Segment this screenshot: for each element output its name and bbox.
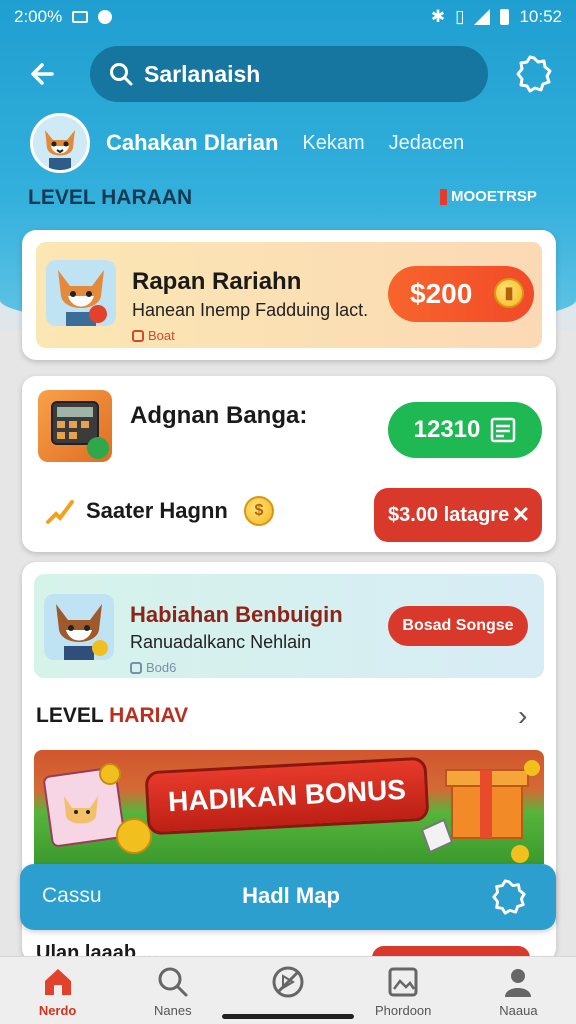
- nav-item-home[interactable]: Nerdo: [0, 957, 115, 1024]
- score-value: 12310: [413, 416, 481, 443]
- level-link-label: MOOETRSP: [451, 188, 537, 205]
- section-title-part1: LEVEL: [36, 704, 110, 727]
- status-bar: 2:00% ✱ ▯ 10:52: [0, 0, 576, 34]
- fox-character-icon: [58, 270, 107, 326]
- reward-card-2-title: Adgnan Banga:: [130, 402, 308, 429]
- reward-card-1-subtitle: Hanean Inemp Fadduing lact.: [132, 300, 369, 320]
- nav-item-photo[interactable]: Phordoon: [346, 957, 461, 1024]
- score-button[interactable]: 12310: [388, 402, 542, 458]
- level-link[interactable]: MOOETRSP: [440, 188, 537, 205]
- chevron-right-icon[interactable]: ›: [518, 700, 527, 732]
- settings-gear-icon[interactable]: [490, 878, 528, 916]
- flag-icon: [440, 188, 447, 205]
- home-icon: [44, 969, 71, 995]
- fox-thumbnail: [46, 260, 116, 326]
- fox-avatar-icon: [33, 116, 87, 170]
- badge-icon: [130, 661, 142, 674]
- card3-button-label: Bosad Songse: [402, 617, 514, 634]
- reward-card-3-inner: Habiahan Benbuigin Ranuadalkanc Nehlain …: [34, 574, 544, 678]
- floating-bar-left[interactable]: Cassu: [42, 884, 102, 908]
- calendar-icon: [132, 329, 144, 342]
- search-value: Sarlanaish: [144, 60, 261, 87]
- no-ads-icon: [272, 966, 304, 998]
- tab-1[interactable]: Kekam: [302, 132, 364, 155]
- profile-row: Cahakan Dlarian Kekam Jedacen: [30, 112, 560, 174]
- reward-card-3-subtitle: Ranuadalkanc Nehlain: [130, 632, 312, 652]
- coin-icon: $: [244, 496, 274, 526]
- profile-icon: [505, 969, 532, 997]
- close-icon[interactable]: ✕: [512, 502, 530, 528]
- fox-thumbnail-2: [44, 594, 114, 660]
- checklist-icon: [491, 417, 516, 443]
- search-icon: [158, 967, 188, 997]
- level-title: LEVEL HARAAN: [28, 186, 193, 209]
- reward-card-1-title: Rapan Rariahn: [132, 268, 302, 295]
- nav-label-search: Nanes: [154, 1003, 192, 1018]
- offer-label: Saater Hagnn: [86, 498, 228, 523]
- vibrate-icon: ▯: [455, 7, 465, 26]
- search-icon: [110, 63, 133, 86]
- status-time-right: 10:52: [519, 7, 562, 26]
- fox-character-icon: [56, 604, 108, 660]
- price-button[interactable]: $200 ▮: [388, 266, 534, 322]
- status-time-left: 2:00%: [14, 7, 63, 26]
- picture-icon: [388, 967, 418, 997]
- bluetooth-icon: ✱: [430, 7, 446, 26]
- home-indicator: [222, 1014, 354, 1019]
- nav-label-photo: Phordoon: [375, 1003, 432, 1018]
- avatar[interactable]: [30, 113, 90, 173]
- bonus-button-label: HADIKAN BONUS: [167, 773, 407, 818]
- reward-card-3-meta: Bod6: [130, 660, 176, 675]
- reward-card-2[interactable]: Adgnan Banga: 12310 Saater Hagnn $ $3.00…: [22, 376, 556, 552]
- offer-button-label: $3.00 latagre: [388, 503, 510, 526]
- price-label: $200: [410, 278, 473, 309]
- offer-button[interactable]: $3.00 latagre ✕: [374, 488, 542, 542]
- floating-bar: Cassu Hadl Map: [20, 864, 556, 930]
- floating-bar-title[interactable]: Hadl Map: [236, 883, 346, 909]
- reward-card-1-meta-text: Boat: [148, 328, 175, 343]
- reward-card-3-meta-text: Bod6: [146, 660, 177, 675]
- reward-card-1-inner: Rapan Rariahn Hanean Inemp Fadduing lact…: [36, 242, 542, 348]
- coin-jar-icon: ▮: [494, 278, 524, 308]
- nav-label-profile: Naaua: [499, 1003, 538, 1018]
- section-title-part2: HARIAV: [109, 704, 189, 727]
- arrow-sparkle-icon: [46, 500, 74, 524]
- calculator-thumbnail: [38, 390, 112, 462]
- profile-name[interactable]: Cahakan Dlarian: [106, 130, 278, 156]
- arrow-left-icon: [31, 63, 54, 85]
- signal-icon: [474, 9, 491, 25]
- battery-icon: [500, 9, 510, 25]
- nav-item-profile[interactable]: Naaua: [461, 957, 576, 1024]
- calculator-icon: [51, 401, 109, 459]
- nav-item-search[interactable]: Nanes: [115, 957, 230, 1024]
- tab-2[interactable]: Jedacen: [389, 132, 465, 155]
- section-title-level: LEVEL HARIAV: [36, 704, 188, 728]
- reward-card-1[interactable]: Rapan Rariahn Hanean Inemp Fadduing lact…: [22, 230, 556, 360]
- reward-card-1-meta: Boat: [132, 328, 175, 343]
- back-button[interactable]: [26, 56, 62, 92]
- nav-label-home: Nerdo: [38, 1003, 77, 1018]
- settings-gear-icon[interactable]: [514, 54, 554, 94]
- card3-button[interactable]: Bosad Songse: [388, 606, 528, 646]
- search-input[interactable]: Sarlanaish: [90, 46, 488, 102]
- info-icon: [98, 10, 113, 24]
- reward-card-3-title: Habiahan Benbuigin: [130, 602, 343, 627]
- notification-icon: [72, 11, 89, 23]
